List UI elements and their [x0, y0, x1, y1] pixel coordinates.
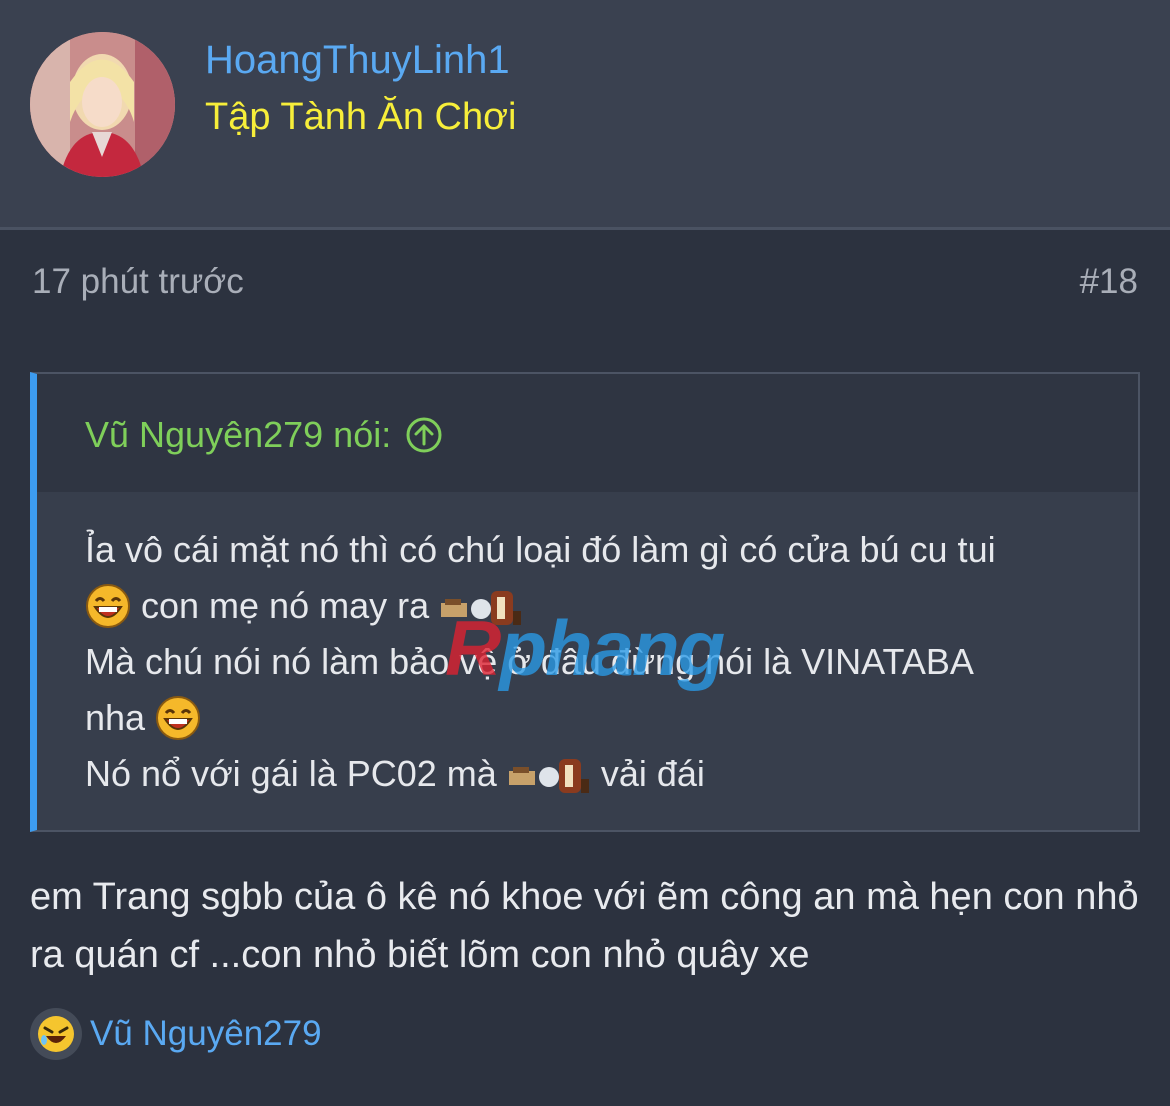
author-user-title: Tập Tành Ăn Chơi [205, 96, 517, 138]
arrow-up-circle-icon[interactable] [405, 416, 443, 454]
quote-line: Nó nổ với gái là PC02 mà vải đái [85, 746, 1138, 802]
site-watermark-logo: Rphang [445, 609, 725, 687]
user-avatar[interactable] [30, 32, 175, 177]
quote-line: nha [85, 690, 1138, 746]
quote-block: Vũ Nguyên279 nói: Ỉa vô cái mặt nó thì c… [30, 372, 1140, 832]
quote-text: Ỉa vô cái mặt nó thì có chú loại đó làm … [85, 529, 996, 570]
laughing-emoji-icon [86, 584, 130, 628]
laughing-emoji-icon [156, 696, 201, 740]
quote-header: Vũ Nguyên279 nói: [37, 374, 1138, 492]
post-timestamp[interactable]: 17 phút trước [32, 262, 244, 302]
watermark-part-blue: phang [499, 604, 725, 692]
reactions-bar[interactable]: Vũ Nguyên279 [30, 1008, 322, 1060]
quote-text: vải đái [600, 753, 705, 794]
quote-text: con mẹ nó may ra [141, 585, 430, 626]
quote-body: Ỉa vô cái mặt nó thì có chú loại đó làm … [37, 492, 1138, 802]
smoking-sticker-icon [508, 759, 589, 793]
quote-author-link[interactable]: Vũ Nguyên279 nói: [85, 414, 443, 456]
quote-text: nha [85, 697, 146, 738]
quote-text: Nó nổ với gái là PC02 mà [85, 753, 497, 794]
post-meta: 17 phút trước #18 [0, 262, 1170, 312]
avatar-image [30, 32, 175, 177]
post-message-body: em Trang sgbb của ô kê nó khoe với ẽm cô… [30, 876, 1139, 976]
laughing-emoji-icon [30, 1008, 82, 1060]
watermark-part-red: R [445, 604, 501, 692]
quote-line: Ỉa vô cái mặt nó thì có chú loại đó làm … [85, 522, 1138, 578]
post-number[interactable]: #18 [1080, 262, 1138, 302]
post-author-header: HoangThuyLinh1 Tập Tành Ăn Chơi [0, 0, 1170, 230]
author-username[interactable]: HoangThuyLinh1 [205, 38, 510, 83]
quote-author-label: Vũ Nguyên279 nói: [85, 414, 392, 455]
reaction-user-names[interactable]: Vũ Nguyên279 [90, 1014, 322, 1054]
